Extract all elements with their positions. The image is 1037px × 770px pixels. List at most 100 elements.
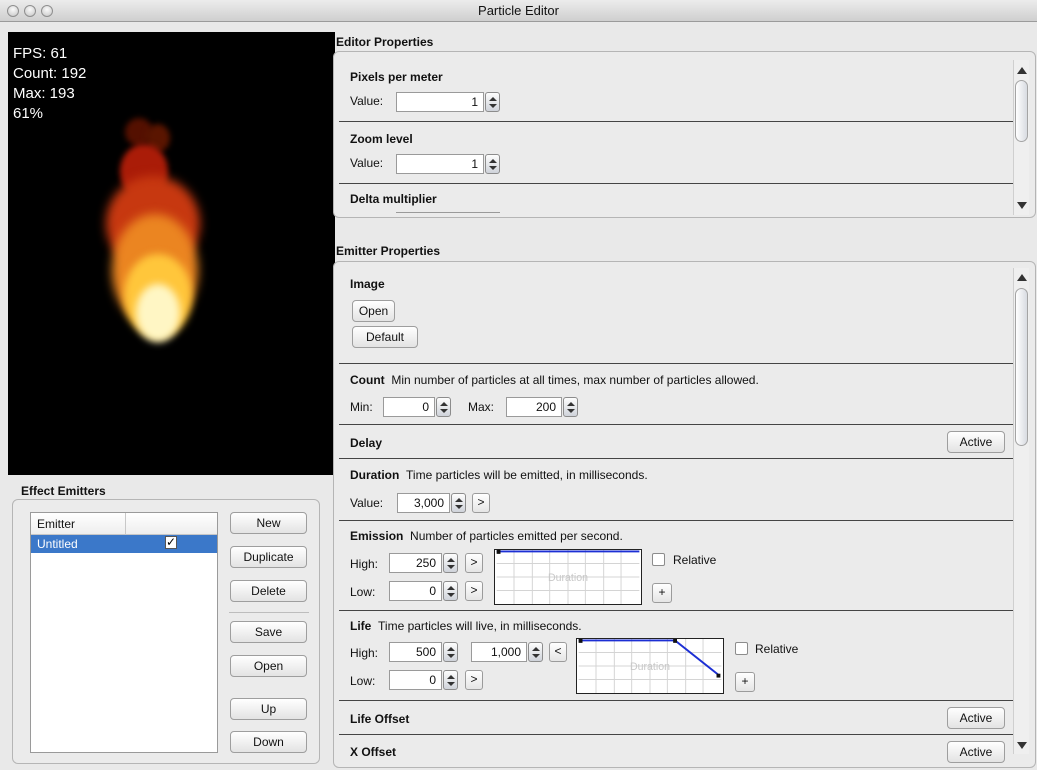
emitter-column-header: Emitter [37, 517, 76, 531]
image-default-button[interactable]: Default [352, 326, 418, 348]
open-button[interactable]: Open [230, 655, 307, 677]
scroll-up-arrow-icon[interactable] [1017, 274, 1027, 281]
scroll-down-arrow-icon[interactable] [1017, 202, 1027, 209]
minimize-window-icon[interactable] [24, 5, 36, 17]
count-min-stepper[interactable] [436, 397, 451, 417]
life-add-point-button[interactable]: + [735, 672, 755, 692]
curve-point[interactable] [496, 550, 501, 554]
delay-label: Delay [350, 436, 383, 450]
emission-high-expand-button[interactable]: > [465, 553, 483, 573]
life-high-max-stepper[interactable] [528, 642, 543, 662]
image-open-button[interactable]: Open [352, 300, 395, 322]
life-relative-checkbox[interactable] [735, 642, 748, 655]
zoom-level-label: Zoom level [350, 132, 413, 146]
curve-point[interactable] [578, 639, 583, 643]
pixels-per-meter-label: Pixels per meter [350, 70, 443, 84]
percent-readout: 61% [13, 105, 44, 122]
life-low-expand-button[interactable]: > [465, 670, 483, 690]
divider [339, 610, 1014, 611]
life-high-input[interactable]: 500 [389, 642, 442, 662]
save-button[interactable]: Save [230, 621, 307, 643]
x-offset-label: X Offset [350, 745, 397, 759]
life-scaling-graph[interactable]: Duration [576, 638, 724, 694]
scroll-up-arrow-icon[interactable] [1017, 67, 1027, 74]
duplicate-emitter-button[interactable]: Duplicate [230, 546, 307, 568]
fps-readout: FPS: 61 [13, 45, 68, 62]
life-offset-active-button[interactable]: Active [947, 707, 1005, 729]
emission-high-input[interactable]: 250 [389, 553, 442, 573]
editor-properties-title: Editor Properties [336, 35, 434, 49]
count-description: Min number of particles at all times, ma… [391, 373, 759, 387]
emission-label: Emission [350, 529, 404, 543]
new-emitter-button[interactable]: New [230, 512, 307, 534]
duration-input[interactable]: 3,000 [397, 493, 450, 513]
emission-high-stepper[interactable] [443, 553, 458, 573]
emission-graph-label: Duration [548, 572, 588, 584]
scrollbar-thumb[interactable] [1015, 80, 1028, 142]
life-collapse-button[interactable]: < [549, 642, 567, 662]
duration-expand-button[interactable]: > [472, 493, 490, 513]
emission-low-expand-button[interactable]: > [465, 581, 483, 601]
delta-multiplier-input-partial[interactable] [396, 212, 500, 217]
emitter-row[interactable]: Untitled ✓ [31, 535, 217, 553]
emission-low-label: Low: [350, 585, 376, 599]
divider [339, 183, 1014, 184]
emission-description: Number of particles emitted per second. [410, 529, 623, 543]
move-up-button[interactable]: Up [230, 698, 307, 720]
duration-value-label: Value: [350, 496, 384, 510]
life-high-stepper[interactable] [443, 642, 458, 662]
zoom-level-stepper[interactable] [485, 154, 500, 174]
title-bar: Particle Editor [0, 0, 1037, 22]
count-min-label: Min: [350, 400, 373, 414]
divider [339, 734, 1014, 735]
emitter-enabled-checkbox[interactable]: ✓ [165, 536, 177, 549]
life-low-stepper[interactable] [443, 670, 458, 690]
emission-header: Emission Number of particles emitted per… [350, 529, 623, 543]
preview-stats: FPS: 61 Count: 192 Max: 193 61% [13, 44, 86, 124]
divider [339, 424, 1014, 425]
emission-low-input[interactable]: 0 [389, 581, 442, 601]
emission-low-stepper[interactable] [443, 581, 458, 601]
max-readout: Max: 193 [13, 85, 75, 102]
emission-relative-checkbox[interactable] [652, 553, 665, 566]
emitter-name: Untitled [37, 537, 78, 551]
duration-description: Time particles will be emitted, in milli… [406, 468, 648, 482]
column-divider [125, 513, 126, 535]
particle-preview[interactable]: FPS: 61 Count: 192 Max: 193 61% [8, 32, 335, 475]
delete-emitter-button[interactable]: Delete [230, 580, 307, 602]
scroll-down-arrow-icon[interactable] [1017, 742, 1027, 749]
scrollbar-thumb[interactable] [1015, 288, 1028, 446]
count-max-stepper[interactable] [563, 397, 578, 417]
count-min-input[interactable]: 0 [383, 397, 435, 417]
delta-multiplier-label: Delta multiplier [350, 192, 437, 206]
editor-properties-scrollbar[interactable] [1013, 60, 1029, 215]
life-high-label: High: [350, 646, 379, 660]
divider [339, 700, 1014, 701]
close-window-icon[interactable] [7, 5, 19, 17]
emitter-properties-scrollbar[interactable] [1013, 268, 1029, 754]
life-relative-label: Relative [755, 642, 799, 656]
emission-add-point-button[interactable]: + [652, 583, 672, 603]
emitter-table[interactable]: Emitter Untitled ✓ [30, 512, 218, 753]
zoom-value-label: Value: [350, 156, 384, 170]
life-graph-label: Duration [630, 661, 670, 673]
zoom-window-icon[interactable] [41, 5, 53, 17]
move-down-button[interactable]: Down [230, 731, 307, 753]
window-title: Particle Editor [478, 3, 559, 18]
pixels-per-meter-input[interactable]: 1 [396, 92, 484, 112]
delay-active-button[interactable]: Active [947, 431, 1005, 453]
curve-point[interactable] [673, 639, 677, 643]
pixels-per-meter-stepper[interactable] [485, 92, 500, 112]
count-label: Count [350, 373, 385, 387]
life-low-input[interactable]: 0 [389, 670, 442, 690]
emission-scaling-graph[interactable]: Duration [494, 549, 642, 605]
duration-header: Duration Time particles will be emitted,… [350, 468, 648, 482]
emitter-properties-title: Emitter Properties [336, 244, 441, 258]
particle [136, 284, 180, 342]
zoom-level-input[interactable]: 1 [396, 154, 484, 174]
curve-point[interactable] [716, 673, 721, 678]
count-max-input[interactable]: 200 [506, 397, 562, 417]
life-high-max-input[interactable]: 1,000 [471, 642, 527, 662]
duration-stepper[interactable] [451, 493, 466, 513]
x-offset-active-button[interactable]: Active [947, 741, 1005, 763]
